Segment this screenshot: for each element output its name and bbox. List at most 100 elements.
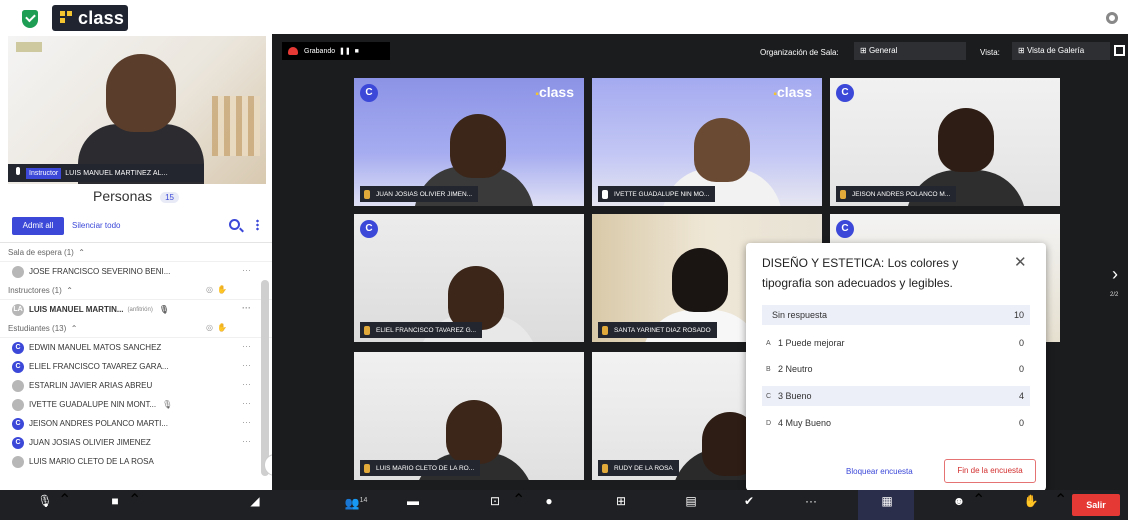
avatar <box>12 455 24 468</box>
list-item[interactable]: C ELIEL FRANCISCO TAVAREZ GARA... ··· <box>0 357 272 376</box>
stop-icon[interactable]: ■ <box>355 48 359 55</box>
more-icon[interactable]: ··· <box>242 341 251 351</box>
chevron-up-icon[interactable]: ⌃ <box>58 490 71 520</box>
mic-icon <box>602 463 608 473</box>
chat-button[interactable]: ▬ <box>398 490 428 520</box>
tile-name: JEISON ANDRES POLANCO M... <box>852 190 951 198</box>
list-item[interactable]: C JUAN JOSIAS OLIVIER JIMENEZ ··· <box>0 433 272 452</box>
class-logo: ▪class <box>773 84 812 100</box>
video-tile[interactable]: C JEISON ANDRES POLANCO M... <box>830 78 1060 206</box>
close-icon[interactable]: ✕ <box>1014 253 1027 271</box>
participants-button[interactable]: 👥14 <box>336 490 376 520</box>
avatar-badge: C <box>836 84 854 102</box>
video-person-head <box>446 400 502 464</box>
recording-indicator[interactable]: Grabando ❚❚ ■ <box>282 42 390 60</box>
chat-icon: ▬ <box>407 494 419 508</box>
admit-all-button[interactable]: Admit all <box>12 217 64 235</box>
list-item[interactable]: IVETTE GUADALUPE NIN MONT... 🎙 ··· <box>0 395 272 414</box>
end-poll-button[interactable]: Fin de la encuesta <box>944 459 1036 483</box>
list-item[interactable]: LUIS MARIO CLETO DE LA ROSA <box>0 452 272 471</box>
security-button[interactable]: ✔ <box>734 490 764 520</box>
poll-option-count: 10 <box>1013 310 1024 320</box>
chevron-up-icon[interactable]: ⌃ <box>69 324 78 333</box>
list-item[interactable]: JOSE FRANCISCO SEVERINO BENI... ··· <box>0 262 272 281</box>
chevron-up-icon[interactable]: ⌃ <box>64 286 73 295</box>
list-item[interactable]: C EDWIN MANUEL MATOS SANCHEZ ··· <box>0 338 272 357</box>
avatar: C <box>12 360 24 373</box>
view-label: Vista: <box>980 48 1000 57</box>
gear-icon[interactable] <box>1106 12 1118 24</box>
more-icon[interactable]: ··· <box>242 436 251 446</box>
kebab-menu-icon[interactable] <box>256 219 259 231</box>
chevron-up-icon[interactable]: ⌃ <box>76 248 85 257</box>
avatar <box>12 398 24 411</box>
grid-icon: ⊞ <box>860 46 869 55</box>
groups-button[interactable]: ⊞ <box>606 490 636 520</box>
check-shield-icon: ✔ <box>743 494 755 508</box>
video-button[interactable]: ■ <box>100 490 130 520</box>
more-icon[interactable]: ··· <box>242 265 251 275</box>
block-poll-link[interactable]: Bloquear encuesta <box>846 467 913 476</box>
section-waiting[interactable]: Sala de espera (1) ⌃ <box>0 243 272 262</box>
polls-button[interactable]: ▦ <box>872 490 902 520</box>
reactions-button[interactable]: ☻ <box>944 490 974 520</box>
list-scrollbar[interactable] <box>261 280 269 476</box>
silence-all-link[interactable]: Silenciar todo <box>72 221 120 230</box>
next-page-icon[interactable]: › <box>1112 264 1118 285</box>
poll-option-label: 2 Neutro <box>778 364 813 374</box>
section-controls-icon[interactable]: ◎ ✋ <box>206 323 227 332</box>
more-icon[interactable]: ··· <box>242 417 251 427</box>
poll-option-count: 0 <box>1018 338 1024 348</box>
list-item[interactable]: ESTARLIN JAVIER ARIAS ABREU ··· <box>0 376 272 395</box>
share-screen-button[interactable]: ⊡ <box>480 490 510 520</box>
network-button[interactable]: ◢ <box>240 490 270 520</box>
tile-name-label: JEISON ANDRES POLANCO M... <box>836 186 957 202</box>
share-icon: ⊡ <box>489 494 501 508</box>
video-tile[interactable]: LUIS MARIO CLETO DE LA RO... <box>354 352 584 480</box>
more-icon[interactable]: ··· <box>242 379 251 389</box>
view-select[interactable]: ⊞ Vista de Galería <box>1012 42 1110 60</box>
raise-hand-button[interactable]: ✋ <box>1016 490 1046 520</box>
whiteboard-button[interactable]: ▤ <box>676 490 706 520</box>
background-books <box>212 96 260 156</box>
poll-option: Sin respuesta 10 <box>762 305 1030 325</box>
participant-name: JOSE FRANCISCO SEVERINO BENI... <box>29 267 171 276</box>
class-logo-mark <box>60 11 74 25</box>
mic-icon[interactable]: 🎙 <box>162 400 172 409</box>
video-tile[interactable]: ▪class IVETTE GUADALUPE NIN MO... <box>592 78 822 206</box>
institution-logo <box>16 42 42 52</box>
pause-icon[interactable]: ❚❚ <box>335 47 355 55</box>
video-tile[interactable]: C ELIEL FRANCISCO TAVAREZ G... <box>354 214 584 342</box>
section-instructors[interactable]: Instructores (1) ⌃ ◎ ✋ <box>0 281 272 300</box>
list-item[interactable]: LA LUIS MANUEL MARTIN... (anfitrión) 🎙 ·… <box>0 300 272 319</box>
more-icon[interactable]: ··· <box>242 360 251 370</box>
list-item[interactable]: C JEISON ANDRES POLANCO MARTI... ··· <box>0 414 272 433</box>
mic-button[interactable]: 🎙 <box>30 490 60 520</box>
participant-name: JEISON ANDRES POLANCO MARTI... <box>29 419 168 428</box>
more-icon[interactable]: ··· <box>242 303 251 313</box>
chevron-up-icon[interactable]: ⌃ <box>512 490 525 520</box>
avatar: C <box>12 436 24 449</box>
video-person-head <box>106 54 176 132</box>
mic-icon[interactable]: 🎙 <box>159 305 169 314</box>
more-button[interactable]: ··· <box>796 490 826 520</box>
chevron-up-icon[interactable]: ⌃ <box>128 490 141 520</box>
room-organization-select[interactable]: ⊞ General <box>854 42 966 60</box>
exit-button[interactable]: Salir <box>1072 494 1120 516</box>
video-tile[interactable]: C ▪class JUAN JOSIAS OLIVIER JIMEN... <box>354 78 584 206</box>
external-window-icon[interactable] <box>1114 45 1125 56</box>
section-controls-icon[interactable]: ◎ ✋ <box>206 285 227 294</box>
shield-icon[interactable] <box>22 10 38 28</box>
hand-icon: ✋ <box>1023 494 1039 508</box>
mic-icon <box>602 189 608 199</box>
brand-name: class <box>78 7 125 28</box>
poll-option-count: 0 <box>1018 364 1024 374</box>
chevron-up-icon[interactable]: ⌃ <box>972 490 985 520</box>
section-students[interactable]: Estudiantes (13) ⌃ ◎ ✋ <box>0 319 272 338</box>
requests-button[interactable]: ● <box>534 490 564 520</box>
more-icon[interactable]: ··· <box>242 398 251 408</box>
search-icon[interactable] <box>229 219 240 230</box>
chevron-up-icon[interactable]: ⌃ <box>1054 490 1067 520</box>
people-title: Personas 15 <box>0 188 272 204</box>
poll-option: A 1 Puede mejorar 0 <box>762 333 1030 353</box>
